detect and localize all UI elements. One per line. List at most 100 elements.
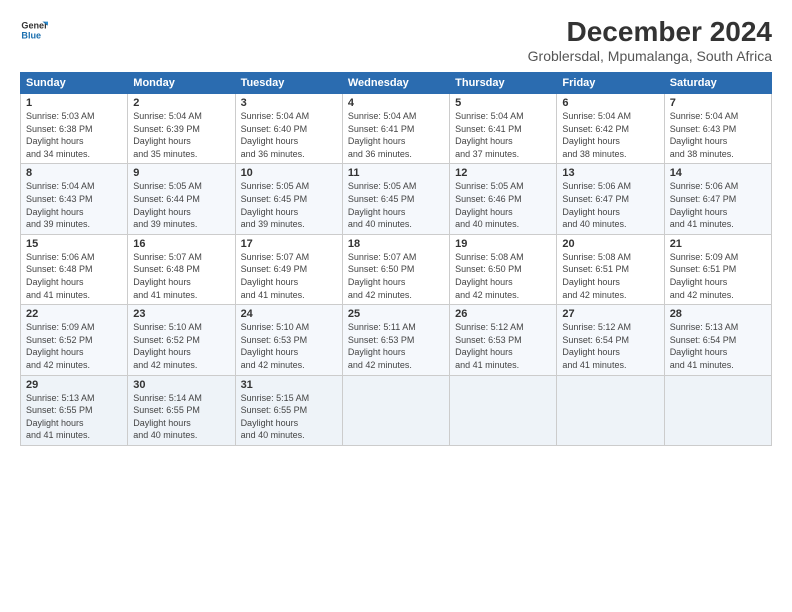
day-number: 20: [562, 238, 658, 250]
calendar-cell: 28 Sunrise: 5:13 AMSunset: 6:54 PMDaylig…: [664, 305, 771, 375]
day-number: 2: [133, 97, 229, 109]
calendar-cell: [450, 375, 557, 445]
day-number: 29: [26, 379, 122, 391]
day-info: Sunrise: 5:04 AMSunset: 6:41 PMDaylight …: [348, 111, 417, 159]
day-number: 27: [562, 308, 658, 320]
day-number: 12: [455, 167, 551, 179]
col-monday: Monday: [128, 73, 235, 94]
day-info: Sunrise: 5:06 AMSunset: 6:47 PMDaylight …: [562, 181, 631, 229]
col-saturday: Saturday: [664, 73, 771, 94]
day-number: 31: [241, 379, 337, 391]
day-info: Sunrise: 5:08 AMSunset: 6:51 PMDaylight …: [562, 252, 631, 300]
title-block: December 2024 Groblersdal, Mpumalanga, S…: [528, 16, 772, 64]
calendar-cell: 4 Sunrise: 5:04 AMSunset: 6:41 PMDayligh…: [342, 94, 449, 164]
day-info: Sunrise: 5:07 AMSunset: 6:49 PMDaylight …: [241, 252, 310, 300]
day-number: 15: [26, 238, 122, 250]
calendar-cell: 1 Sunrise: 5:03 AMSunset: 6:38 PMDayligh…: [21, 94, 128, 164]
calendar-cell: 6 Sunrise: 5:04 AMSunset: 6:42 PMDayligh…: [557, 94, 664, 164]
svg-text:Blue: Blue: [21, 30, 41, 40]
table-row: 22 Sunrise: 5:09 AMSunset: 6:52 PMDaylig…: [21, 305, 772, 375]
calendar-cell: 10 Sunrise: 5:05 AMSunset: 6:45 PMDaylig…: [235, 164, 342, 234]
day-number: 10: [241, 167, 337, 179]
day-info: Sunrise: 5:07 AMSunset: 6:50 PMDaylight …: [348, 252, 417, 300]
page: General Blue December 2024 Groblersdal, …: [0, 0, 792, 612]
day-info: Sunrise: 5:08 AMSunset: 6:50 PMDaylight …: [455, 252, 524, 300]
day-info: Sunrise: 5:09 AMSunset: 6:52 PMDaylight …: [26, 322, 95, 370]
calendar-cell: 14 Sunrise: 5:06 AMSunset: 6:47 PMDaylig…: [664, 164, 771, 234]
calendar-cell: [557, 375, 664, 445]
day-info: Sunrise: 5:04 AMSunset: 6:41 PMDaylight …: [455, 111, 524, 159]
day-info: Sunrise: 5:05 AMSunset: 6:44 PMDaylight …: [133, 181, 202, 229]
day-info: Sunrise: 5:12 AMSunset: 6:53 PMDaylight …: [455, 322, 524, 370]
day-info: Sunrise: 5:05 AMSunset: 6:45 PMDaylight …: [241, 181, 310, 229]
day-info: Sunrise: 5:04 AMSunset: 6:43 PMDaylight …: [26, 181, 95, 229]
calendar-cell: [342, 375, 449, 445]
calendar-cell: 20 Sunrise: 5:08 AMSunset: 6:51 PMDaylig…: [557, 234, 664, 304]
calendar-cell: 31 Sunrise: 5:15 AMSunset: 6:55 PMDaylig…: [235, 375, 342, 445]
day-number: 16: [133, 238, 229, 250]
day-number: 1: [26, 97, 122, 109]
calendar-cell: 17 Sunrise: 5:07 AMSunset: 6:49 PMDaylig…: [235, 234, 342, 304]
table-row: 29 Sunrise: 5:13 AMSunset: 6:55 PMDaylig…: [21, 375, 772, 445]
day-info: Sunrise: 5:05 AMSunset: 6:46 PMDaylight …: [455, 181, 524, 229]
day-number: 6: [562, 97, 658, 109]
header: General Blue December 2024 Groblersdal, …: [20, 16, 772, 64]
calendar-table: Sunday Monday Tuesday Wednesday Thursday…: [20, 72, 772, 446]
calendar-cell: [664, 375, 771, 445]
day-number: 8: [26, 167, 122, 179]
day-info: Sunrise: 5:03 AMSunset: 6:38 PMDaylight …: [26, 111, 95, 159]
day-number: 24: [241, 308, 337, 320]
day-info: Sunrise: 5:06 AMSunset: 6:47 PMDaylight …: [670, 181, 739, 229]
day-number: 13: [562, 167, 658, 179]
day-info: Sunrise: 5:12 AMSunset: 6:54 PMDaylight …: [562, 322, 631, 370]
day-number: 18: [348, 238, 444, 250]
day-number: 21: [670, 238, 766, 250]
day-number: 5: [455, 97, 551, 109]
day-info: Sunrise: 5:09 AMSunset: 6:51 PMDaylight …: [670, 252, 739, 300]
day-info: Sunrise: 5:13 AMSunset: 6:55 PMDaylight …: [26, 393, 95, 441]
calendar-cell: 15 Sunrise: 5:06 AMSunset: 6:48 PMDaylig…: [21, 234, 128, 304]
calendar-cell: 22 Sunrise: 5:09 AMSunset: 6:52 PMDaylig…: [21, 305, 128, 375]
day-info: Sunrise: 5:10 AMSunset: 6:52 PMDaylight …: [133, 322, 202, 370]
calendar-cell: 3 Sunrise: 5:04 AMSunset: 6:40 PMDayligh…: [235, 94, 342, 164]
calendar-cell: 16 Sunrise: 5:07 AMSunset: 6:48 PMDaylig…: [128, 234, 235, 304]
table-row: 1 Sunrise: 5:03 AMSunset: 6:38 PMDayligh…: [21, 94, 772, 164]
calendar-cell: 19 Sunrise: 5:08 AMSunset: 6:50 PMDaylig…: [450, 234, 557, 304]
day-info: Sunrise: 5:07 AMSunset: 6:48 PMDaylight …: [133, 252, 202, 300]
calendar-cell: 23 Sunrise: 5:10 AMSunset: 6:52 PMDaylig…: [128, 305, 235, 375]
day-number: 30: [133, 379, 229, 391]
calendar-cell: 21 Sunrise: 5:09 AMSunset: 6:51 PMDaylig…: [664, 234, 771, 304]
col-friday: Friday: [557, 73, 664, 94]
calendar-cell: 9 Sunrise: 5:05 AMSunset: 6:44 PMDayligh…: [128, 164, 235, 234]
header-row: Sunday Monday Tuesday Wednesday Thursday…: [21, 73, 772, 94]
calendar-cell: 24 Sunrise: 5:10 AMSunset: 6:53 PMDaylig…: [235, 305, 342, 375]
day-info: Sunrise: 5:13 AMSunset: 6:54 PMDaylight …: [670, 322, 739, 370]
calendar-cell: 13 Sunrise: 5:06 AMSunset: 6:47 PMDaylig…: [557, 164, 664, 234]
day-info: Sunrise: 5:15 AMSunset: 6:55 PMDaylight …: [241, 393, 310, 441]
calendar-cell: 30 Sunrise: 5:14 AMSunset: 6:55 PMDaylig…: [128, 375, 235, 445]
calendar-cell: 7 Sunrise: 5:04 AMSunset: 6:43 PMDayligh…: [664, 94, 771, 164]
calendar-cell: 27 Sunrise: 5:12 AMSunset: 6:54 PMDaylig…: [557, 305, 664, 375]
day-info: Sunrise: 5:10 AMSunset: 6:53 PMDaylight …: [241, 322, 310, 370]
day-number: 4: [348, 97, 444, 109]
col-wednesday: Wednesday: [342, 73, 449, 94]
calendar-cell: 26 Sunrise: 5:12 AMSunset: 6:53 PMDaylig…: [450, 305, 557, 375]
day-info: Sunrise: 5:04 AMSunset: 6:42 PMDaylight …: [562, 111, 631, 159]
day-info: Sunrise: 5:06 AMSunset: 6:48 PMDaylight …: [26, 252, 95, 300]
day-number: 9: [133, 167, 229, 179]
day-info: Sunrise: 5:05 AMSunset: 6:45 PMDaylight …: [348, 181, 417, 229]
calendar-cell: 25 Sunrise: 5:11 AMSunset: 6:53 PMDaylig…: [342, 305, 449, 375]
day-number: 23: [133, 308, 229, 320]
day-info: Sunrise: 5:04 AMSunset: 6:40 PMDaylight …: [241, 111, 310, 159]
page-title: December 2024: [528, 16, 772, 48]
col-thursday: Thursday: [450, 73, 557, 94]
day-number: 17: [241, 238, 337, 250]
col-sunday: Sunday: [21, 73, 128, 94]
logo-icon: General Blue: [20, 16, 48, 44]
day-number: 25: [348, 308, 444, 320]
logo: General Blue: [20, 16, 48, 44]
day-info: Sunrise: 5:11 AMSunset: 6:53 PMDaylight …: [348, 322, 416, 370]
page-subtitle: Groblersdal, Mpumalanga, South Africa: [528, 48, 772, 64]
calendar-cell: 11 Sunrise: 5:05 AMSunset: 6:45 PMDaylig…: [342, 164, 449, 234]
calendar-cell: 12 Sunrise: 5:05 AMSunset: 6:46 PMDaylig…: [450, 164, 557, 234]
